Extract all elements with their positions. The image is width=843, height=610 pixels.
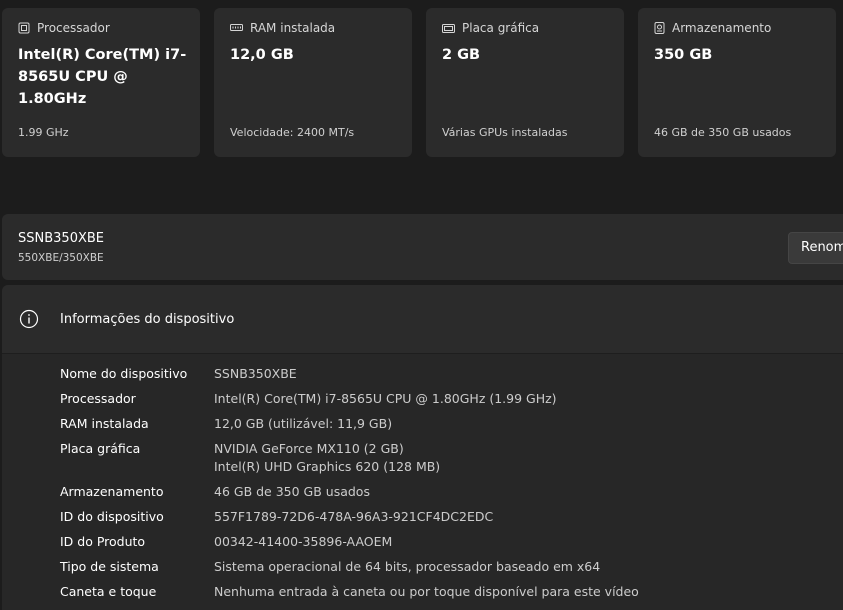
spec-value: 557F1789-72D6-478A-96A3-921CF4DC2EDC (214, 509, 494, 524)
spec-row: Caneta e toque Nenhuma entrada à caneta … (60, 583, 639, 601)
card-graphics: Placa gráfica 2 GB Várias GPUs instalada… (426, 8, 624, 157)
spec-value: Intel(R) Core(TM) i7-8565U CPU @ 1.80GHz… (214, 391, 557, 406)
spec-label: ID do Produto (60, 534, 146, 549)
card-graphics-title: Placa gráfica (462, 21, 540, 35)
spec-row: Nome do dispositivo SSNB350XBE (60, 365, 639, 383)
card-graphics-header: Placa gráfica (442, 21, 539, 35)
card-storage-sub: 46 GB de 350 GB usados (654, 126, 792, 139)
spec-label: Nome do dispositivo (60, 366, 188, 381)
device-info-header[interactable]: Informações do dispositivo (2, 285, 843, 354)
spec-label: Placa gráfica (60, 441, 141, 456)
card-storage-header: Armazenamento (654, 21, 771, 35)
graphics-card-icon (442, 23, 455, 33)
card-ram-sub: Velocidade: 2400 MT/s (230, 126, 355, 139)
card-storage-value: 350 GB (654, 47, 713, 63)
card-ram: RAM instalada 12,0 GB Velocidade: 2400 M… (214, 8, 412, 157)
card-processor-value: Intel(R) Core(TM) i7-8565U CPU @ 1.80GHz (18, 47, 187, 107)
spec-row: Tipo de sistema Sistema operacional de 6… (60, 558, 639, 576)
spec-value: Nenhuma entrada à caneta ou por toque di… (214, 584, 639, 599)
device-name-bar: SSNB350XBE 550XBE/350XBE Renomear (2, 214, 843, 280)
spec-label: Processador (60, 391, 136, 406)
device-name: SSNB350XBE (18, 231, 104, 246)
spec-row: Processador Intel(R) Core(TM) i7-8565U C… (60, 390, 639, 408)
spec-value: 00342-41400-35896-AAOEM (214, 534, 393, 549)
spec-label: ID do dispositivo (60, 509, 164, 524)
spec-value-secondary: Intel(R) UHD Graphics 620 (128 MB) (214, 459, 441, 474)
spec-row: Placa gráfica NVIDIA GeForce MX110 (2 GB… (60, 440, 639, 476)
spec-value: 12,0 GB (utilizável: 11,9 GB) (214, 416, 393, 431)
card-ram-title: RAM instalada (250, 21, 336, 35)
device-model: 550XBE/350XBE (18, 252, 104, 264)
spec-list: Nome do dispositivo SSNB350XBE Processad… (60, 365, 639, 608)
storage-icon (654, 22, 665, 34)
card-processor-title: Processador (37, 21, 110, 35)
card-ram-header: RAM instalada (230, 21, 335, 35)
spec-row: Armazenamento 46 GB de 350 GB usados (60, 483, 639, 501)
spec-label: Caneta e toque (60, 584, 157, 599)
spec-label: Armazenamento (60, 484, 164, 499)
spec-label: RAM instalada (60, 416, 149, 431)
spec-value: Sistema operacional de 64 bits, processa… (214, 559, 601, 574)
ram-icon (230, 24, 243, 31)
card-processor-header: Processador (18, 21, 110, 35)
spec-row: ID do dispositivo 557F1789-72D6-478A-96A… (60, 508, 639, 526)
processor-icon (18, 22, 30, 34)
card-storage: Armazenamento 350 GB 46 GB de 350 GB usa… (638, 8, 836, 157)
spec-cards: Processador Intel(R) Core(TM) i7-8565U C… (2, 8, 843, 158)
rename-button[interactable]: Renomear (788, 232, 843, 264)
card-processor-sub: 1.99 GHz (18, 126, 69, 139)
card-processor: Processador Intel(R) Core(TM) i7-8565U C… (2, 8, 200, 157)
card-ram-value: 12,0 GB (230, 47, 294, 63)
spec-value: 46 GB de 350 GB usados (214, 484, 370, 499)
spec-value-group: NVIDIA GeForce MX110 (2 GB) Intel(R) UHD… (214, 440, 440, 476)
device-info-title: Informações do dispositivo (60, 312, 235, 327)
spec-label: Tipo de sistema (60, 559, 159, 574)
spec-value: SSNB350XBE (214, 366, 297, 381)
spec-row: RAM instalada 12,0 GB (utilizável: 11,9 … (60, 415, 639, 433)
device-info-section: Informações do dispositivo Nome do dispo… (2, 285, 843, 610)
spec-value: NVIDIA GeForce MX110 (2 GB) (214, 441, 404, 456)
card-graphics-sub: Várias GPUs instaladas (442, 126, 568, 139)
spec-row: ID do Produto 00342-41400-35896-AAOEM (60, 533, 639, 551)
card-storage-title: Armazenamento (672, 21, 772, 35)
card-graphics-value: 2 GB (442, 47, 481, 63)
info-icon (19, 309, 39, 329)
